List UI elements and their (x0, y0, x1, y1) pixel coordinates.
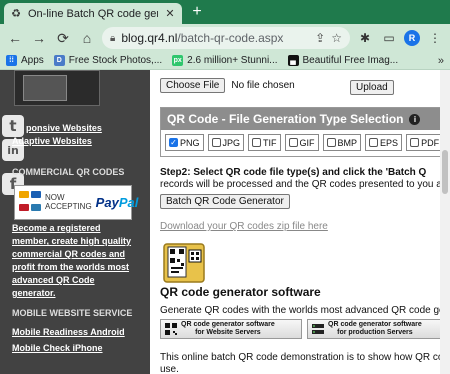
file-type-jpg[interactable]: JPG (207, 134, 245, 151)
software-description: Generate QR codes with the worlds most a… (160, 305, 445, 316)
menu-kebab-icon[interactable]: ⋮ (426, 29, 444, 47)
download-zip-link[interactable]: Download your QR codes zip file here (160, 221, 328, 232)
link-mobile-check[interactable]: Mobile Check iPhone (12, 343, 103, 353)
file-type-selection-panel: QR Code - File Generation Type Selection… (160, 107, 450, 157)
file-type-png[interactable]: ✓ PNG (165, 134, 204, 151)
bookmarks-bar: ⁞⁞ Apps D Free Stock Photos,... px 2.6 m… (0, 52, 450, 70)
link-adaptive-websites[interactable]: Adaptive Websites (12, 136, 92, 146)
bookmark-star-icon[interactable]: ☆ (331, 31, 342, 45)
link-mobile-readiness[interactable]: Mobile Readiness Android (12, 327, 125, 337)
file-type-label: EPS (380, 137, 399, 148)
pixabay-icon: px (172, 55, 184, 66)
url-text: blog.qr4.nl/batch-qr-code.aspx (121, 31, 284, 45)
sidebar-heading-commercial: Commercial QR codes (12, 167, 125, 177)
software-heading: QR code generator software (160, 285, 321, 299)
checkbox-icon[interactable] (211, 138, 221, 147)
main-content: Choose File No file chosen Upload QR Cod… (150, 70, 450, 374)
browser-tab[interactable]: ♻ On-line Batch QR code generator ✕ (4, 3, 182, 24)
paypal-logo: PayPal (95, 195, 139, 210)
page-viewport: t in f ponsive Websites Adaptive Website… (0, 70, 450, 374)
batch-qr-generator-button[interactable]: Batch QR Code Generator (160, 194, 290, 209)
bookmark-apps[interactable]: ⁞⁞ Apps (6, 55, 44, 66)
checkbox-icon[interactable] (369, 138, 379, 147)
choose-file-button[interactable]: Choose File (160, 78, 226, 93)
lock-icon: 🔒︎ (110, 32, 116, 44)
checkbox-icon[interactable] (252, 138, 262, 147)
recycle-favicon-icon: ♻ (11, 8, 21, 20)
new-tab-icon[interactable]: + (188, 3, 206, 21)
file-type-label: JPG (222, 137, 241, 148)
reload-icon[interactable]: ⟳ (54, 29, 72, 47)
software-web-servers-button[interactable]: QR code generator software for Website Se… (160, 319, 302, 339)
server-icon (311, 322, 325, 336)
paypal-accepting-text: ACCEPTING (45, 201, 92, 211)
file-type-label: BMP (337, 137, 358, 148)
side-panel-icon[interactable]: ▭ (380, 29, 398, 47)
checkbox-icon[interactable] (326, 138, 336, 147)
software-production-servers-button[interactable]: QR code generator software for production… (307, 319, 450, 339)
credit-cards-icon (19, 190, 41, 215)
file-status-text: No file chosen (231, 80, 295, 91)
qr-code-icon (164, 322, 178, 336)
sidebar-heading-mobile: Mobile Website Service (12, 308, 133, 318)
bookmark-pixabay[interactable]: px 2.6 million+ Stunni... (172, 55, 278, 66)
demo-description: This online batch QR code demonstration … (160, 352, 444, 374)
step2-instructions: Step2: Select QR code file type(s) and c… (160, 167, 442, 190)
file-type-bmp[interactable]: BMP (322, 134, 362, 151)
file-type-eps[interactable]: EPS (365, 134, 403, 151)
browser-toolbar: ← → ⟳ ⌂ 🔒︎ blog.qr4.nl/batch-qr-code.asp… (0, 24, 450, 52)
address-bar[interactable]: 🔒︎ blog.qr4.nl/batch-qr-code.aspx ⇪ ☆ (102, 27, 350, 49)
page-scrollbar[interactable] (440, 70, 450, 374)
info-icon[interactable]: i (409, 113, 421, 125)
selection-title: QR Code - File Generation Type Selection (167, 112, 404, 126)
file-type-pdf[interactable]: PDF (406, 134, 444, 151)
back-icon[interactable]: ← (6, 29, 24, 47)
tab-title: On-line Batch QR code generator (28, 7, 158, 20)
file-type-label: PDF (421, 137, 440, 148)
upload-button[interactable]: Upload (350, 80, 394, 95)
twitter-icon: t (2, 115, 24, 137)
checkbox-icon[interactable] (410, 138, 420, 147)
link-register-member[interactable]: Become a registered member, create high … (12, 222, 140, 300)
file-type-list: ✓PNGJPGTIFGIFBMPEPSPDFS (161, 130, 450, 155)
website-screenshot-thumbnail[interactable] (14, 70, 100, 106)
dreamstime-icon: D (53, 55, 65, 66)
bookmark-free-stock-photos[interactable]: D Free Stock Photos,... (53, 55, 162, 66)
file-type-gif[interactable]: GIF (284, 134, 319, 151)
extension-puzzle-icon[interactable]: ✱ (356, 29, 374, 47)
file-type-label: GIF (299, 137, 315, 148)
file-type-tif[interactable]: TIF (248, 134, 281, 151)
forward-icon[interactable]: → (30, 29, 48, 47)
more-bookmarks-icon[interactable]: » (438, 55, 444, 67)
apps-grid-icon: ⁞⁞ (6, 55, 17, 66)
paypal-badge[interactable]: NOW ACCEPTING PayPal (14, 185, 138, 220)
checkbox-checked-icon[interactable]: ✓ (169, 138, 178, 147)
share-icon[interactable]: ⇪ (315, 31, 325, 45)
close-tab-icon[interactable]: ✕ (164, 7, 176, 20)
tab-strip: ♻ On-line Batch QR code generator ✕ + (0, 0, 450, 24)
qr-software-box-icon (163, 243, 205, 283)
link-responsive-websites[interactable]: ponsive Websites (26, 123, 102, 133)
unsplash-icon: ▗▖ (287, 55, 299, 66)
scrollbar-thumb[interactable] (442, 150, 448, 194)
home-icon[interactable]: ⌂ (78, 29, 96, 47)
file-type-label: TIF (263, 137, 277, 148)
checkbox-icon[interactable] (288, 138, 298, 147)
sidebar: t in f ponsive Websites Adaptive Website… (0, 70, 150, 374)
profile-avatar[interactable]: R (404, 30, 420, 46)
file-type-label: PNG (180, 137, 200, 148)
twitter-button[interactable]: t (0, 114, 26, 138)
bookmark-unsplash[interactable]: ▗▖ Beautiful Free Imag... (287, 55, 398, 66)
